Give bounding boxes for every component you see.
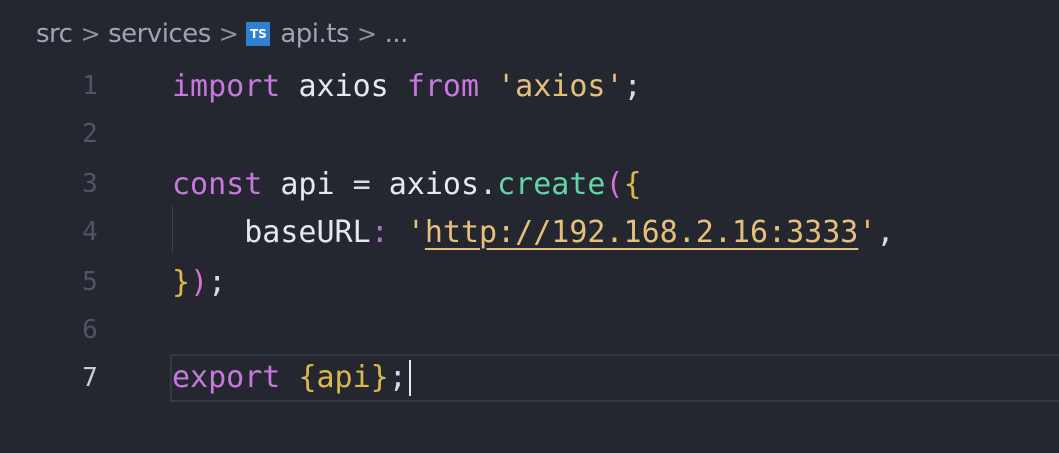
breadcrumb-item-file[interactable]: api.ts	[280, 19, 349, 49]
code-text: baseURL: 'http://192.168.2.16:3333',	[172, 215, 894, 250]
line-number-active: 7	[82, 363, 98, 393]
keyword-export: export	[172, 359, 281, 395]
keyword-const: const	[172, 166, 263, 202]
typescript-file-icon: TS	[246, 22, 271, 46]
comma: ,	[876, 214, 895, 250]
identifier-axios: axios	[298, 68, 389, 104]
semicolon: ;	[208, 264, 227, 300]
line-number: 5	[82, 267, 98, 297]
identifier-api: api	[280, 166, 335, 202]
url-link[interactable]: http://192.168.2.16:3333	[425, 215, 858, 250]
open-paren: (	[605, 166, 624, 202]
breadcrumb-item-services[interactable]: services	[108, 19, 211, 49]
line-number: 4	[82, 217, 98, 247]
line-number: 3	[82, 169, 98, 199]
identifier-axios: axios	[388, 166, 480, 202]
keyword-import: import	[172, 68, 281, 104]
text-cursor	[408, 360, 411, 397]
export-body: {api}	[298, 359, 389, 395]
code-line-3[interactable]: 3 const api = axios.create({	[0, 160, 1059, 208]
string-axios: 'axios'	[497, 68, 624, 104]
code-line-2[interactable]: 2	[0, 110, 1059, 158]
code-text: const api = axios.create({	[172, 167, 642, 202]
code-text: export {api};	[172, 360, 411, 397]
code-line-4[interactable]: 4 baseURL: 'http://192.168.2.16:3333',	[0, 208, 1059, 256]
quote: '	[858, 214, 877, 250]
close-brace: }	[172, 264, 191, 300]
code-line-7[interactable]: 7 export {api};	[0, 354, 1059, 402]
semicolon: ;	[388, 359, 407, 395]
breadcrumb-separator: >	[80, 20, 101, 48]
open-brace: {	[623, 166, 642, 202]
code-line-5[interactable]: 5 });	[0, 258, 1059, 306]
code-text: });	[172, 265, 226, 300]
breadcrumb: src > services > TS api.ts > ...	[36, 14, 408, 54]
close-paren: )	[190, 264, 209, 300]
line-number: 1	[82, 71, 98, 101]
keyword-from: from	[406, 68, 480, 104]
breadcrumb-separator: >	[357, 20, 377, 48]
colon: :	[370, 214, 389, 250]
dot: .	[479, 166, 498, 202]
operator-equals: =	[352, 166, 371, 202]
property-baseurl: baseURL	[244, 214, 371, 250]
breadcrumb-item-src[interactable]: src	[36, 19, 73, 49]
function-create: create	[497, 166, 606, 202]
breadcrumb-separator: >	[218, 20, 239, 48]
semicolon: ;	[623, 68, 642, 104]
quote: '	[406, 214, 425, 250]
line-number: 2	[82, 119, 98, 149]
code-editor-window: { "breadcrumb": { "items": ["src", "serv…	[0, 0, 1059, 453]
line-number: 6	[82, 315, 98, 345]
code-line-6[interactable]: 6	[0, 306, 1059, 354]
code-line-1[interactable]: 1 import axios from 'axios';	[0, 62, 1059, 110]
code-text: import axios from 'axios';	[172, 69, 642, 104]
breadcrumb-item-symbols[interactable]: ...	[385, 19, 409, 49]
